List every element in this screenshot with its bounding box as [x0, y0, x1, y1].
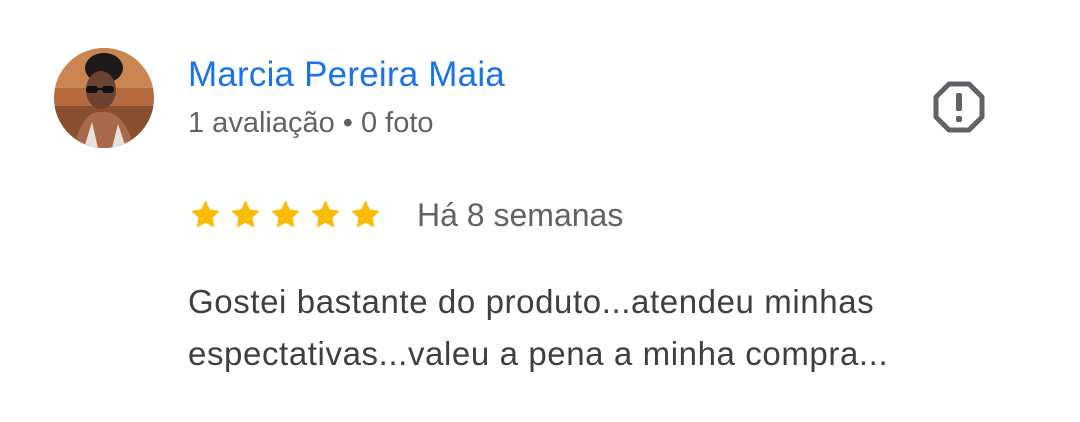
review-count: 1 avaliação — [188, 107, 335, 139]
star-icon — [308, 198, 343, 232]
reviewer-name[interactable]: Marcia Pereira Maia — [188, 52, 505, 98]
star-icon — [228, 198, 263, 232]
photo-count: 0 foto — [361, 107, 434, 139]
star-icon — [188, 198, 223, 232]
reviewer-avatar[interactable] — [54, 48, 154, 148]
avatar-image — [54, 48, 154, 148]
star-rating — [188, 198, 383, 232]
review-text: Gostei bastante do produto...atendeu min… — [188, 283, 889, 372]
star-icon — [268, 198, 303, 232]
meta-separator: • — [342, 107, 353, 139]
reviewer-stats: 1 avaliação • 0 foto — [188, 104, 434, 142]
report-icon[interactable] — [932, 80, 986, 134]
rating-row: Há 8 semanas — [188, 192, 623, 238]
star-icon — [348, 198, 383, 232]
review-date: Há 8 semanas — [417, 197, 624, 233]
